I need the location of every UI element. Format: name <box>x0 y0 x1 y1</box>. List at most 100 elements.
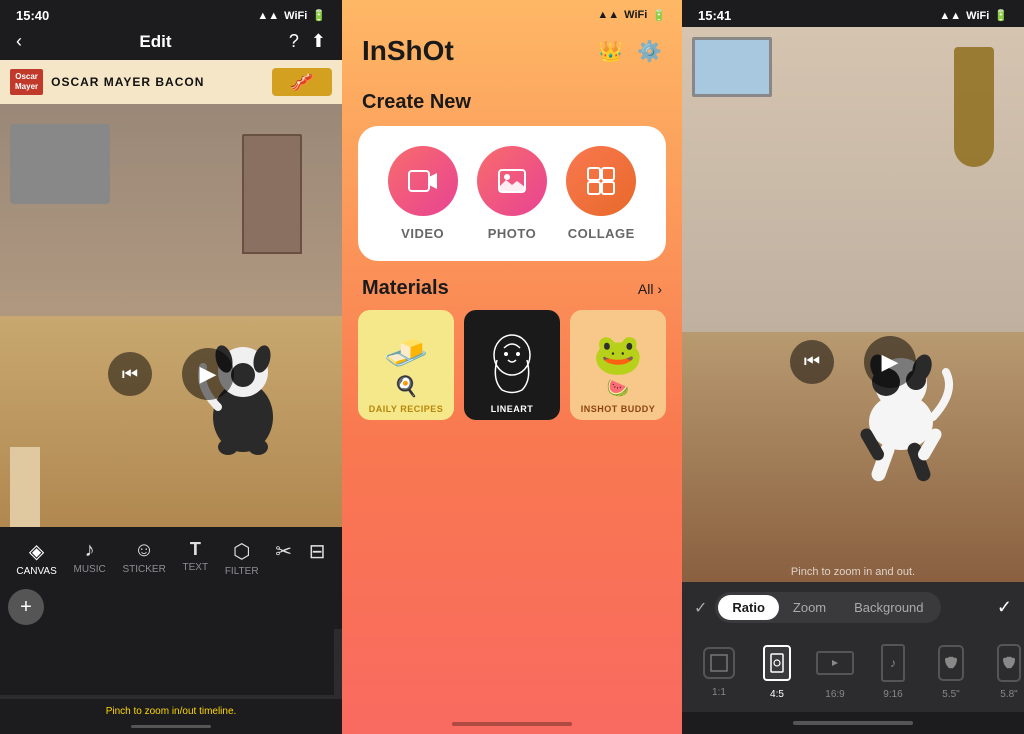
photo-create-card[interactable]: PHOTO <box>477 146 547 241</box>
recipes-emoji: 🧈 <box>384 332 429 374</box>
ad-logo: OscarMayer <box>10 69 43 94</box>
sticker-tool[interactable]: ☺ STICKER <box>122 539 165 577</box>
ratio-icon-16-9 <box>828 658 842 668</box>
collage-icon <box>585 165 617 197</box>
status-time-p3: 15:41 <box>698 8 731 23</box>
collage-circle <box>566 146 636 216</box>
apple-icon-2 <box>1003 656 1015 670</box>
total-duration: TOTAL 1:16.6 <box>0 629 334 695</box>
bottom-indicator-p3 <box>793 721 913 725</box>
top-icons: 👑 ⚙️ <box>598 39 662 64</box>
video-circle <box>388 146 458 216</box>
ratio-icon-4-5 <box>770 653 784 673</box>
ratio-tabs-container: Ratio Zoom Background <box>715 592 940 623</box>
pinch-hint: Pinch to zoom in and out. <box>791 566 915 578</box>
play-controls-p1: ⏮ ▶ <box>108 348 234 400</box>
ratio-option-16-9[interactable]: 16:9 <box>810 641 860 700</box>
video-preview-p1: ⏮ ▶ <box>0 104 342 527</box>
ratio-option-1-1[interactable]: 1:1 <box>694 643 744 698</box>
tool-row: ◈ CANVAS ♪ MUSIC ☺ STICKER T TEXT ⬡ FILT… <box>0 535 342 581</box>
ratio-option-5-8[interactable]: 5.8" <box>984 641 1024 700</box>
canvas-tool[interactable]: ◈ CANVAS <box>16 539 56 577</box>
lineart-label: LINEART <box>464 404 560 414</box>
music-label: MUSIC <box>73 564 105 575</box>
ratio-tab-zoom[interactable]: Zoom <box>779 595 840 620</box>
materials-all-button[interactable]: All › <box>638 281 662 297</box>
text-label: TEXT <box>183 562 209 573</box>
bottom-bar-p3 <box>682 712 1024 734</box>
ad-banner[interactable]: OscarMayer OSCAR MAYER BACON 🥓 <box>0 60 342 104</box>
filter-label: FILTER <box>225 566 259 577</box>
ratio-box-5-8 <box>997 644 1021 682</box>
bottom-indicator-p2 <box>452 722 572 726</box>
create-cards-container: VIDEO PHOTO COLLAGE <box>358 126 666 261</box>
ratio-tab-ratio[interactable]: Ratio <box>718 595 779 620</box>
ratio-option-4-5[interactable]: 4:5 <box>752 641 802 700</box>
back-button[interactable]: ‹ <box>16 31 22 52</box>
ratio-label-4-5: 4:5 <box>770 689 784 700</box>
bottom-indicator-p1 <box>131 725 211 728</box>
material-lineart[interactable]: LINEART <box>464 310 560 420</box>
ratio-option-5-5[interactable]: 5.5" <box>926 641 976 700</box>
sticker-icon: ☺ <box>134 539 154 562</box>
ratio-box-5-5 <box>938 645 964 681</box>
music-icon: ♪ <box>85 539 95 562</box>
skip-back-button-p3[interactable]: ⏮ <box>790 340 834 384</box>
photo-circle <box>477 146 547 216</box>
app-title: InShOt <box>362 35 454 67</box>
materials-title: Materials <box>362 277 449 300</box>
lineart-svg <box>482 330 542 400</box>
timeline-hint-text: Pinch to zoom in/out timeline. <box>106 706 237 717</box>
window-shape <box>692 37 772 97</box>
ratio-box-1-1 <box>703 647 735 679</box>
recipes-label: DAILY RECIPES <box>358 404 454 414</box>
done-icon-right[interactable]: ✓ <box>997 597 1012 618</box>
filter-tool[interactable]: ⬡ FILTER <box>225 539 259 577</box>
timeline-hint-p1: Pinch to zoom in/out timeline. <box>0 699 342 723</box>
canvas-icon: ◈ <box>29 539 44 564</box>
share-button[interactable]: ⬆ <box>311 31 326 52</box>
ratio-tab-background[interactable]: Background <box>840 595 937 620</box>
collage-create-card[interactable]: COLLAGE <box>566 146 636 241</box>
status-bar-panel1: 15:40 ▲▲ WiFi 🔋 <box>0 0 342 27</box>
video-create-card[interactable]: VIDEO <box>388 146 458 241</box>
video-label: VIDEO <box>401 226 444 241</box>
play-button-p1[interactable]: ▶ <box>182 348 234 400</box>
timeline-area[interactable]: TOTAL 1:16.6 <box>0 629 342 699</box>
status-bar-panel2: 15:40 ▲▲ WiFi 🔋 <box>342 0 682 27</box>
done-icon-left[interactable]: ✓ <box>694 598 707 618</box>
video-player-panel: 15:41 ▲▲ WiFi 🔋 <box>682 0 1024 734</box>
ratio-icon-1-1 <box>710 654 728 672</box>
materials-header: Materials All › <box>342 261 682 310</box>
text-tool[interactable]: T TEXT <box>183 539 209 577</box>
status-bar-panel3: 15:41 ▲▲ WiFi 🔋 <box>682 0 1024 27</box>
music-tool[interactable]: ♪ MUSIC <box>73 539 105 577</box>
inshot-home-panel: 15:40 ▲▲ WiFi 🔋 InShOt 👑 ⚙️ Create New V… <box>342 0 682 734</box>
filter-icon: ⬡ <box>233 539 250 564</box>
ratio-label-5-8: 5.8" <box>1000 689 1017 700</box>
ratio-box-4-5 <box>763 645 791 681</box>
material-inshot-buddy[interactable]: 🐸 🍉 INSHOT BUDDY <box>570 310 666 420</box>
ratio-label-16-9: 16:9 <box>825 689 844 700</box>
ratio-label-1-1: 1:1 <box>712 687 726 698</box>
cut-icon: ✂ <box>275 539 292 564</box>
cut-tool[interactable]: ✂ <box>275 539 292 577</box>
add-media-button[interactable]: + <box>8 589 44 625</box>
ad-image: 🥓 <box>272 68 332 96</box>
help-button[interactable]: ? <box>289 31 299 52</box>
bottom-tools-p1: ◈ CANVAS ♪ MUSIC ☺ STICKER T TEXT ⬡ FILT… <box>0 527 342 585</box>
photo-label: PHOTO <box>488 226 537 241</box>
play-button-p3[interactable]: ▶ <box>864 336 916 388</box>
skip-back-button-p1[interactable]: ⏮ <box>108 352 152 396</box>
status-icons-p1: ▲▲ WiFi 🔋 <box>257 9 326 22</box>
video-editor-panel: 15:40 ▲▲ WiFi 🔋 ‹ Edit ? ⬆ OscarMayer OS… <box>0 0 342 734</box>
more-tool[interactable]: ⊟ <box>309 539 326 577</box>
create-new-label: Create New <box>342 83 682 126</box>
ratio-option-9-16[interactable]: ♪ 9:16 <box>868 641 918 700</box>
settings-icon[interactable]: ⚙️ <box>637 39 662 64</box>
crown-icon[interactable]: 👑 <box>598 39 623 64</box>
tiktok-icon: ♪ <box>890 656 896 670</box>
material-daily-recipes[interactable]: 🧈 🍳 DAILY RECIPES <box>358 310 454 420</box>
editor-title: Edit <box>139 32 171 52</box>
ratio-label-5-5: 5.5" <box>942 689 959 700</box>
